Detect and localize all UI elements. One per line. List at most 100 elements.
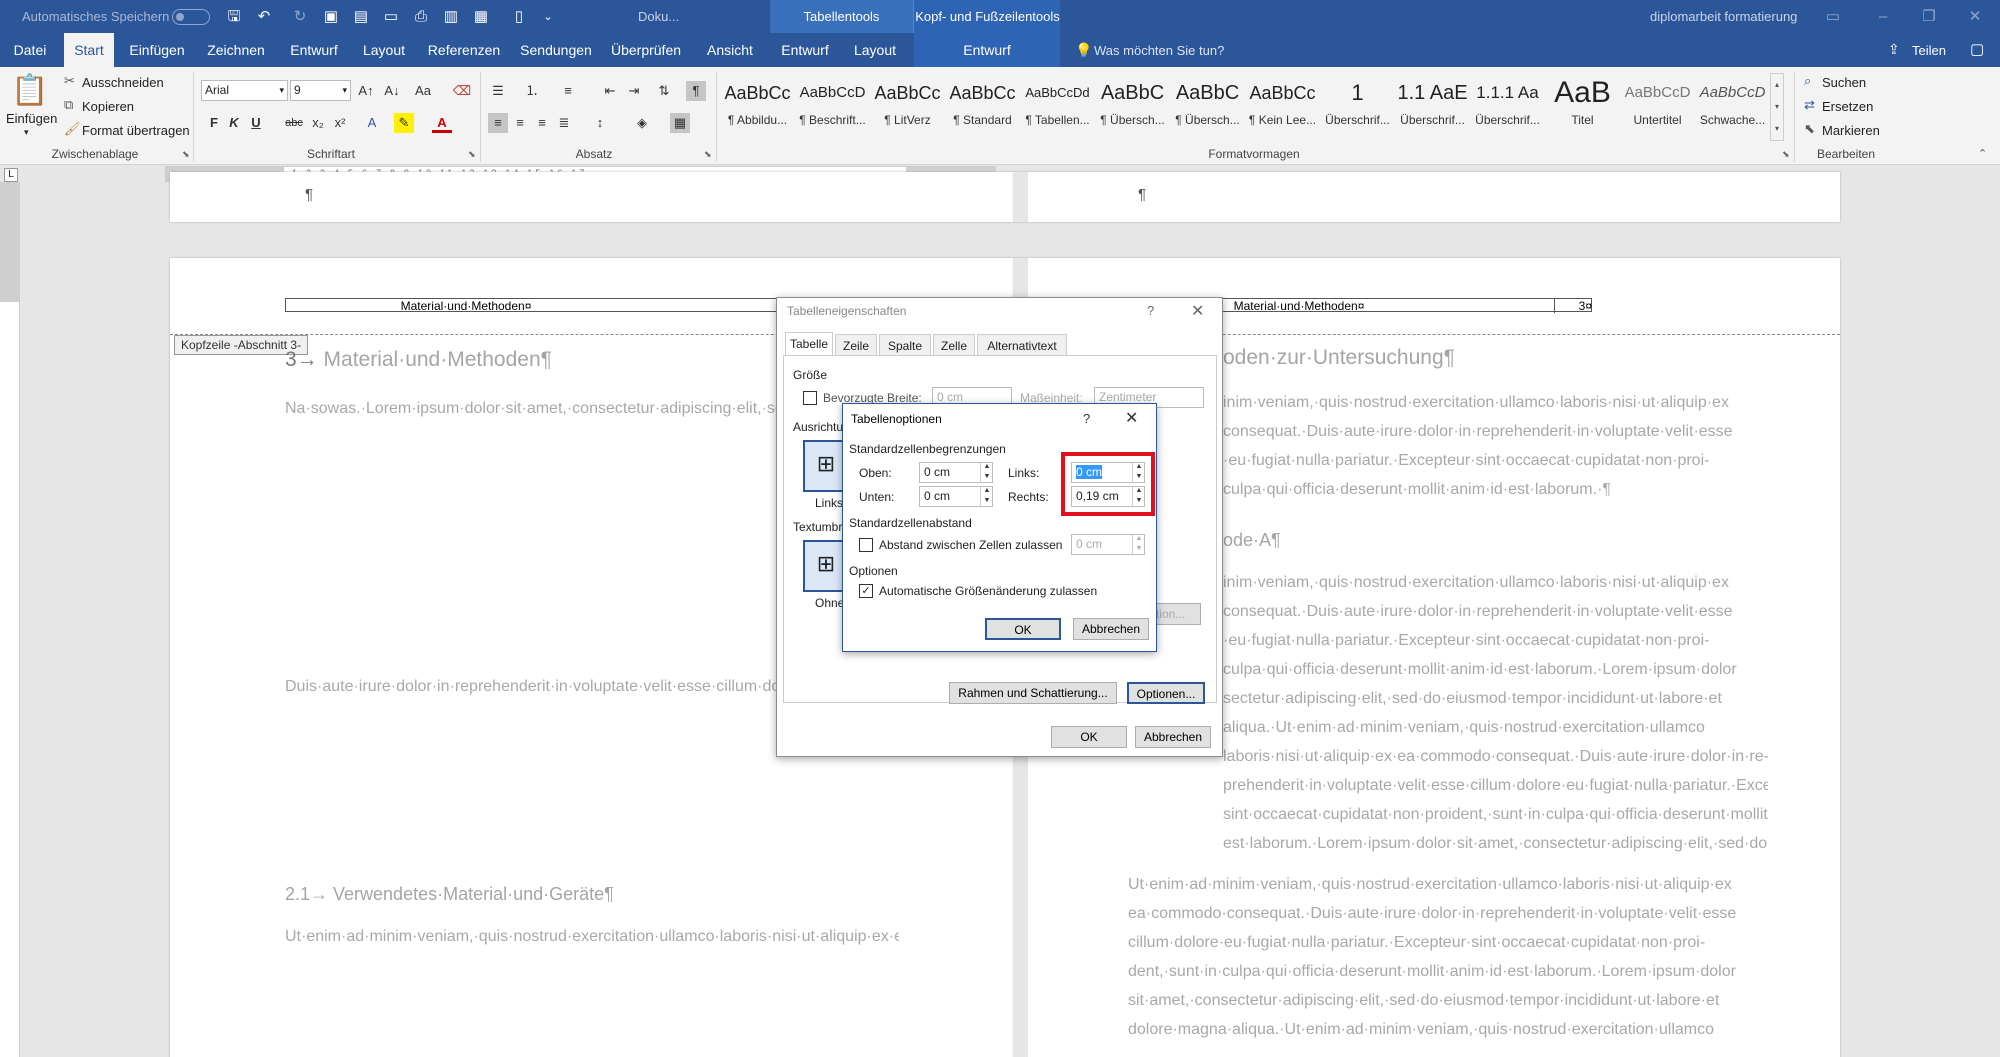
share-icon[interactable]: ⇪ xyxy=(1888,41,1900,58)
comments-icon[interactable]: ▢ xyxy=(1970,40,1984,58)
grow-font-icon[interactable]: A↑ xyxy=(356,81,376,101)
style-item[interactable]: AaBbCcD Untertitel xyxy=(1620,71,1695,143)
autosave-toggle[interactable] xyxy=(172,9,210,25)
tab-alt-text[interactable]: Alternativtext xyxy=(977,334,1067,356)
paste-icon[interactable]: 📋 xyxy=(10,73,50,113)
layout-icon[interactable]: ▥ xyxy=(440,7,462,27)
close-icon[interactable]: ✕ xyxy=(1125,408,1138,428)
align-center-icon[interactable]: ≡ xyxy=(510,113,530,133)
align-left-icon[interactable]: ≡ xyxy=(488,113,508,133)
clipboard-launcher-icon[interactable]: ⬊ xyxy=(182,149,190,160)
select-button[interactable]: Markieren xyxy=(1822,123,1880,138)
paste-dropdown-icon[interactable]: ▾ xyxy=(24,127,29,138)
cancel-button[interactable]: Abbrechen xyxy=(1073,618,1149,640)
italic-button[interactable]: K xyxy=(224,113,244,133)
strikethrough-button[interactable]: abc xyxy=(282,113,306,133)
vertical-ruler[interactable] xyxy=(0,182,20,1057)
new-document-icon[interactable]: ▯ xyxy=(508,7,530,27)
style-item[interactable]: 1.1.1 Aa Überschrif... xyxy=(1470,71,1545,143)
save-as-icon[interactable]: ▣ xyxy=(320,7,342,27)
font-launcher-icon[interactable]: ⬊ xyxy=(468,149,476,160)
find-button[interactable]: Suchen xyxy=(1822,75,1866,90)
increase-indent-icon[interactable]: ⇥ xyxy=(624,81,644,101)
underline-button[interactable]: U xyxy=(246,113,266,133)
tab-selector-icon[interactable]: L xyxy=(4,168,18,182)
bold-button[interactable]: F xyxy=(204,113,224,133)
paste-button[interactable]: Einfügen xyxy=(6,111,57,126)
tab-draw[interactable]: Zeichnen xyxy=(200,33,272,67)
style-item[interactable]: 1.1 AaE Überschrif... xyxy=(1395,71,1470,143)
style-item[interactable]: AaB Titel xyxy=(1545,71,1620,143)
styles-launcher-icon[interactable]: ⬊ xyxy=(1782,149,1790,160)
paragraph-launcher-icon[interactable]: ⬊ xyxy=(704,149,712,160)
tab-table-layout[interactable]: Layout xyxy=(846,33,904,67)
select-icon[interactable]: ⬉ xyxy=(1804,121,1815,137)
tab-mailings[interactable]: Sendungen xyxy=(516,33,596,67)
style-item[interactable]: AaBbCc ¶ Standard xyxy=(945,71,1020,143)
ok-button[interactable]: OK xyxy=(1051,726,1127,748)
open-icon[interactable]: ▭ xyxy=(380,7,402,27)
cancel-button[interactable]: Abbrechen xyxy=(1135,726,1211,748)
borders-icon[interactable]: ▦ xyxy=(670,113,690,133)
style-item[interactable]: AaBbC ¶ Übersch... xyxy=(1095,71,1170,143)
tab-file[interactable]: Datei xyxy=(0,33,60,67)
spinner-arrows-icon[interactable]: ▲ ▼ xyxy=(1132,534,1145,555)
style-item[interactable]: AaBbC ¶ Übersch... xyxy=(1170,71,1245,143)
copy-button[interactable]: Kopieren xyxy=(82,99,134,114)
help-icon[interactable]: ? xyxy=(1147,303,1154,318)
clear-formatting-icon[interactable]: ⌫ xyxy=(452,81,472,101)
tell-me-input[interactable]: Was möchten Sie tun? xyxy=(1094,43,1224,58)
text-effects-icon[interactable]: A xyxy=(362,113,382,133)
autoresize-checkbox[interactable]: ✓ xyxy=(859,584,873,598)
highlight-icon[interactable]: ✎ xyxy=(394,113,414,133)
spinner-arrows-icon[interactable]: ▲ ▼ xyxy=(980,462,993,483)
spacing-checkbox[interactable] xyxy=(859,538,873,552)
pilcrow-icon[interactable]: ¶ xyxy=(686,81,706,101)
ok-button[interactable]: OK xyxy=(985,618,1061,640)
restore-icon[interactable]: ❐ xyxy=(1918,7,1940,27)
close-window-icon[interactable]: ✕ xyxy=(1964,7,1986,27)
copy-icon[interactable]: ⧉ xyxy=(64,97,73,113)
sort-icon[interactable]: ⇅ xyxy=(654,81,674,101)
shading-icon[interactable]: ◈ xyxy=(632,113,652,133)
superscript-button[interactable]: x² xyxy=(330,113,350,133)
redo-icon[interactable]: ↻ xyxy=(289,7,311,27)
multilevel-list-icon[interactable]: ≡ xyxy=(558,81,578,101)
tab-column[interactable]: Spalte xyxy=(879,334,931,356)
decrease-indent-icon[interactable]: ⇤ xyxy=(600,81,620,101)
tab-layout[interactable]: Layout xyxy=(356,33,412,67)
print-icon[interactable]: ⎙ xyxy=(410,7,432,27)
tab-design[interactable]: Entwurf xyxy=(280,33,348,67)
preferred-width-checkbox[interactable] xyxy=(803,391,817,405)
replace-icon[interactable]: ⇄ xyxy=(1804,97,1815,113)
tab-references[interactable]: Referenzen xyxy=(420,33,508,67)
style-item[interactable]: AaBbCc ¶ Kein Lee... xyxy=(1245,71,1320,143)
justify-icon[interactable]: ≣ xyxy=(554,113,574,133)
bullets-icon[interactable]: ☰ xyxy=(488,81,508,101)
format-painter-icon[interactable]: 🖌 xyxy=(64,121,81,137)
align-right-icon[interactable]: ≡ xyxy=(532,113,552,133)
replace-button[interactable]: Ersetzen xyxy=(1822,99,1873,114)
share-button[interactable]: Teilen xyxy=(1912,43,1946,58)
font-size-combo[interactable]: 9 ▾ xyxy=(290,80,351,101)
style-item[interactable]: AaBbCc ¶ Abbildu... xyxy=(720,71,795,143)
search-icon[interactable]: ⌕ xyxy=(1804,73,1811,89)
save-icon[interactable]: 🖫 xyxy=(223,7,245,27)
line-spacing-icon[interactable]: ↕ xyxy=(590,113,610,133)
style-item[interactable]: 1 Überschrif... xyxy=(1320,71,1395,143)
style-item[interactable]: AaBbCcD Schwache... xyxy=(1695,71,1770,143)
tab-cell[interactable]: Zelle xyxy=(933,334,975,356)
font-name-combo[interactable]: Arial ▾ xyxy=(201,80,288,101)
subscript-button[interactable]: x₂ xyxy=(308,113,328,133)
shrink-font-icon[interactable]: A↓ xyxy=(382,81,402,101)
style-item[interactable]: AaBbCcDd ¶ Tabellen... xyxy=(1020,71,1095,143)
styles-scroll-icon[interactable]: ▴ ▾ ▾ xyxy=(1770,73,1784,141)
help-icon[interactable]: ? xyxy=(1083,411,1090,426)
tab-header-design[interactable]: Entwurf xyxy=(914,33,1060,67)
tab-review[interactable]: Überprüfen xyxy=(604,33,688,67)
format-painter-button[interactable]: Format übertragen xyxy=(82,123,190,138)
cut-button[interactable]: Ausschneiden xyxy=(82,75,164,90)
spinner-arrows-icon[interactable]: ▲ ▼ xyxy=(980,486,993,507)
tab-insert[interactable]: Einfügen xyxy=(122,33,192,67)
scissors-icon[interactable]: ✂ xyxy=(64,73,75,89)
